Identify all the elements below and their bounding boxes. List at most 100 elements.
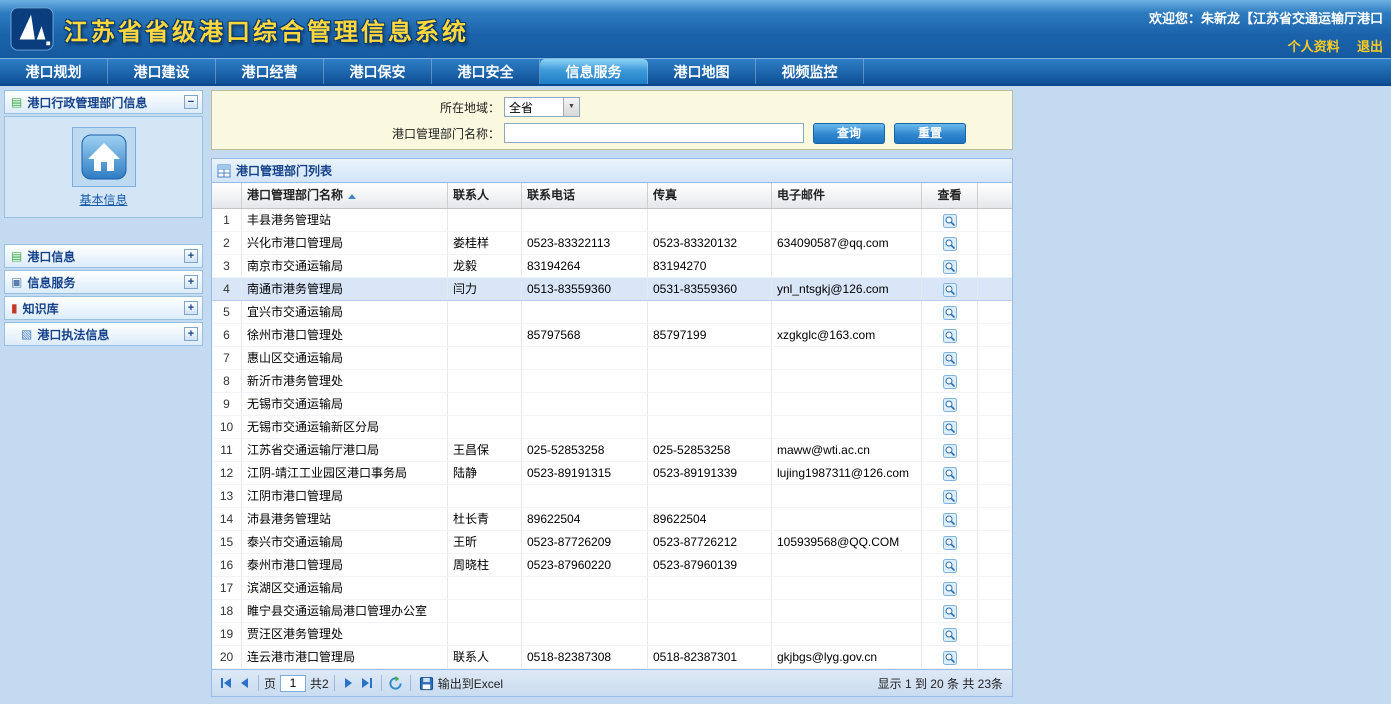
sidebar-section-label: 港口执法信息 xyxy=(37,326,109,343)
view-detail-icon[interactable] xyxy=(943,489,957,507)
expand-button[interactable]: + xyxy=(184,275,198,289)
view-detail-icon[interactable] xyxy=(943,627,957,645)
last-page-button[interactable] xyxy=(358,674,376,692)
table-row[interactable]: 5宜兴市交通运输局 xyxy=(212,301,1012,324)
cell-department-name: 宜兴市交通运输局 xyxy=(242,301,448,323)
view-detail-icon[interactable] xyxy=(943,466,957,484)
first-page-button[interactable] xyxy=(217,674,235,692)
paging-summary: 显示 1 到 20 条 共 23条 xyxy=(878,675,1007,692)
view-detail-icon[interactable] xyxy=(943,397,957,415)
nav-tab-1[interactable]: 港口规划 xyxy=(0,59,108,84)
sidebar-section-4[interactable]: ▮知识库+ xyxy=(4,296,203,320)
sidebar-section-2[interactable]: ▤港口信息+ xyxy=(4,244,203,268)
cell-email xyxy=(772,485,922,507)
nav-tab-7[interactable]: 港口地图 xyxy=(648,59,756,84)
cell-filler xyxy=(978,209,1012,231)
refresh-button[interactable] xyxy=(387,674,405,692)
view-detail-icon[interactable] xyxy=(943,443,957,461)
nav-tab-3[interactable]: 港口经营 xyxy=(216,59,324,84)
view-detail-icon[interactable] xyxy=(943,305,957,323)
cell-fax: 0523-83320132 xyxy=(648,232,772,254)
view-detail-icon[interactable] xyxy=(943,259,957,277)
cell-filler xyxy=(978,485,1012,507)
view-detail-icon[interactable] xyxy=(943,351,957,369)
nav-tab-8[interactable]: 视频监控 xyxy=(756,59,864,84)
nav-tab-5[interactable]: 港口安全 xyxy=(432,59,540,84)
cell-contact xyxy=(448,600,522,622)
cell-filler xyxy=(978,370,1012,392)
sidebar-section-5[interactable]: ▧港口执法信息+ xyxy=(4,322,203,346)
collapse-button[interactable]: − xyxy=(184,95,198,109)
table-row[interactable]: 12江阴-靖江工业园区港口事务局陆静0523-891913150523-8919… xyxy=(212,462,1012,485)
sidebar: ▤ 港口行政管理部门信息 − 基本信息 ▤港口信息+▣信息服务+▮知识库+▧港口… xyxy=(0,86,207,701)
page-number-input[interactable] xyxy=(280,675,306,692)
header-phone[interactable]: 联系电话 xyxy=(522,183,648,208)
cell-fax xyxy=(648,577,772,599)
logout-link[interactable]: 退出 xyxy=(1357,39,1383,54)
expand-button[interactable]: + xyxy=(184,249,198,263)
view-detail-icon[interactable] xyxy=(943,604,957,622)
region-select[interactable]: 全省 ▼ xyxy=(504,97,580,117)
department-name-input[interactable] xyxy=(504,123,804,143)
header-contact[interactable]: 联系人 xyxy=(448,183,522,208)
view-detail-icon[interactable] xyxy=(943,328,957,346)
header-fax[interactable]: 传真 xyxy=(648,183,772,208)
table-row[interactable]: 16泰州市港口管理局周晓柱0523-879602200523-87960139 xyxy=(212,554,1012,577)
next-page-button[interactable] xyxy=(340,674,358,692)
table-row[interactable]: 10无锡市交通运输新区分局 xyxy=(212,416,1012,439)
table-row[interactable]: 13江阴市港口管理局 xyxy=(212,485,1012,508)
table-row[interactable]: 17滨湖区交通运输局 xyxy=(212,577,1012,600)
view-detail-icon[interactable] xyxy=(943,374,957,392)
expand-button[interactable]: + xyxy=(184,327,198,341)
table-row[interactable]: 19贾汪区港务管理处 xyxy=(212,623,1012,646)
cell-fax: 0523-87960139 xyxy=(648,554,772,576)
table-row[interactable]: 1丰县港务管理站 xyxy=(212,209,1012,232)
view-detail-icon[interactable] xyxy=(943,213,957,231)
table-row[interactable]: 20连云港市港口管理局联系人0518-823873080518-82387301… xyxy=(212,646,1012,669)
row-number: 2 xyxy=(212,232,242,254)
profile-link[interactable]: 个人资料 xyxy=(1288,39,1340,54)
sidebar-section-3[interactable]: ▣信息服务+ xyxy=(4,270,203,294)
export-excel-button[interactable]: 输出到Excel xyxy=(419,675,503,692)
cell-phone: 83194264 xyxy=(522,255,648,277)
table-row[interactable]: 15泰兴市交通运输局王昕0523-877262090523-8772621210… xyxy=(212,531,1012,554)
basic-info-label[interactable]: 基本信息 xyxy=(79,191,127,208)
expand-button[interactable]: + xyxy=(184,301,198,315)
query-button[interactable]: 查询 xyxy=(813,123,885,144)
cell-fax xyxy=(648,209,772,231)
header-email[interactable]: 电子邮件 xyxy=(772,183,922,208)
nav-tab-4[interactable]: 港口保安 xyxy=(324,59,432,84)
table-row[interactable]: 9无锡市交通运输局 xyxy=(212,393,1012,416)
cell-department-name: 泰兴市交通运输局 xyxy=(242,531,448,553)
view-detail-icon[interactable] xyxy=(943,558,957,576)
reset-button[interactable]: 重置 xyxy=(894,123,966,144)
basic-info-item[interactable] xyxy=(72,127,136,187)
nav-tab-2[interactable]: 港口建设 xyxy=(108,59,216,84)
row-number: 11 xyxy=(212,439,242,461)
nav-tab-6[interactable]: 信息服务 xyxy=(540,59,648,84)
table-row[interactable]: 8新沂市港务管理处 xyxy=(212,370,1012,393)
cell-department-name: 江阴-靖江工业园区港口事务局 xyxy=(242,462,448,484)
table-row[interactable]: 2兴化市港口管理局娄桂样0523-833221130523-8332013263… xyxy=(212,232,1012,255)
prev-page-button[interactable] xyxy=(235,674,253,692)
view-detail-icon[interactable] xyxy=(943,420,957,438)
table-row[interactable]: 7惠山区交通运输局 xyxy=(212,347,1012,370)
table-row[interactable]: 3南京市交通运输局龙毅8319426483194270 xyxy=(212,255,1012,278)
header-department-name[interactable]: 港口管理部门名称 xyxy=(242,183,448,208)
table-row[interactable]: 11江苏省交通运输厅港口局王昌保025-52853258025-52853258… xyxy=(212,439,1012,462)
view-detail-icon[interactable] xyxy=(943,282,957,300)
view-detail-icon[interactable] xyxy=(943,236,957,254)
view-detail-icon[interactable] xyxy=(943,650,957,668)
header-view[interactable]: 查看 xyxy=(922,183,978,208)
view-detail-icon[interactable] xyxy=(943,535,957,553)
table-row[interactable]: 6徐州市港口管理处8579756885797199xzgkglc@163.com xyxy=(212,324,1012,347)
view-detail-icon[interactable] xyxy=(943,581,957,599)
view-detail-icon[interactable] xyxy=(943,512,957,530)
sort-asc-icon xyxy=(348,194,356,199)
department-list-panel: 港口管理部门列表 港口管理部门名称 联系人 联系电话 传真 电子邮件 查看 1丰… xyxy=(211,158,1013,697)
table-row[interactable]: 18睢宁县交通运输局港口管理办公室 xyxy=(212,600,1012,623)
page-title: 江苏省省级港口综合管理信息系统 xyxy=(64,12,469,47)
table-row[interactable]: 4南通市港务管理局闫力0513-835593600531-83559360ynl… xyxy=(212,278,1012,301)
sidebar-section-port-admin-info[interactable]: ▤ 港口行政管理部门信息 − xyxy=(4,90,203,114)
table-row[interactable]: 14沛县港务管理站杜长青8962250489622504 xyxy=(212,508,1012,531)
